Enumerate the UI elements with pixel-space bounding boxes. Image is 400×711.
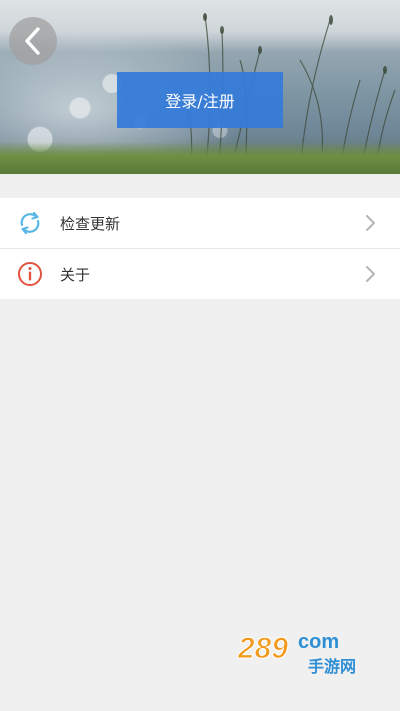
login-register-label: 登录/注册 — [165, 92, 235, 111]
watermark-domain: com — [298, 631, 339, 653]
watermark-logo: 289 com 手游网 — [237, 631, 357, 676]
info-icon — [18, 262, 42, 286]
section-gap — [0, 174, 400, 198]
menu-item-about[interactable]: 关于 — [0, 248, 400, 299]
chevron-right-icon — [366, 266, 375, 282]
menu-item-check-update[interactable]: 检查更新 — [0, 198, 400, 248]
chevron-right-icon — [366, 215, 375, 231]
watermark-subtitle: 手游网 — [308, 657, 356, 676]
chevron-left-icon — [25, 27, 40, 55]
refresh-icon — [20, 211, 40, 235]
login-register-button[interactable]: 登录/注册 — [117, 72, 283, 128]
menu-item-label: 关于 — [60, 265, 91, 284]
grass-strip — [0, 142, 400, 174]
settings-menu: 检查更新 关于 — [0, 198, 400, 299]
menu-item-label: 检查更新 — [60, 214, 121, 233]
back-button[interactable] — [9, 17, 57, 65]
watermark-number: 289 — [237, 632, 288, 665]
